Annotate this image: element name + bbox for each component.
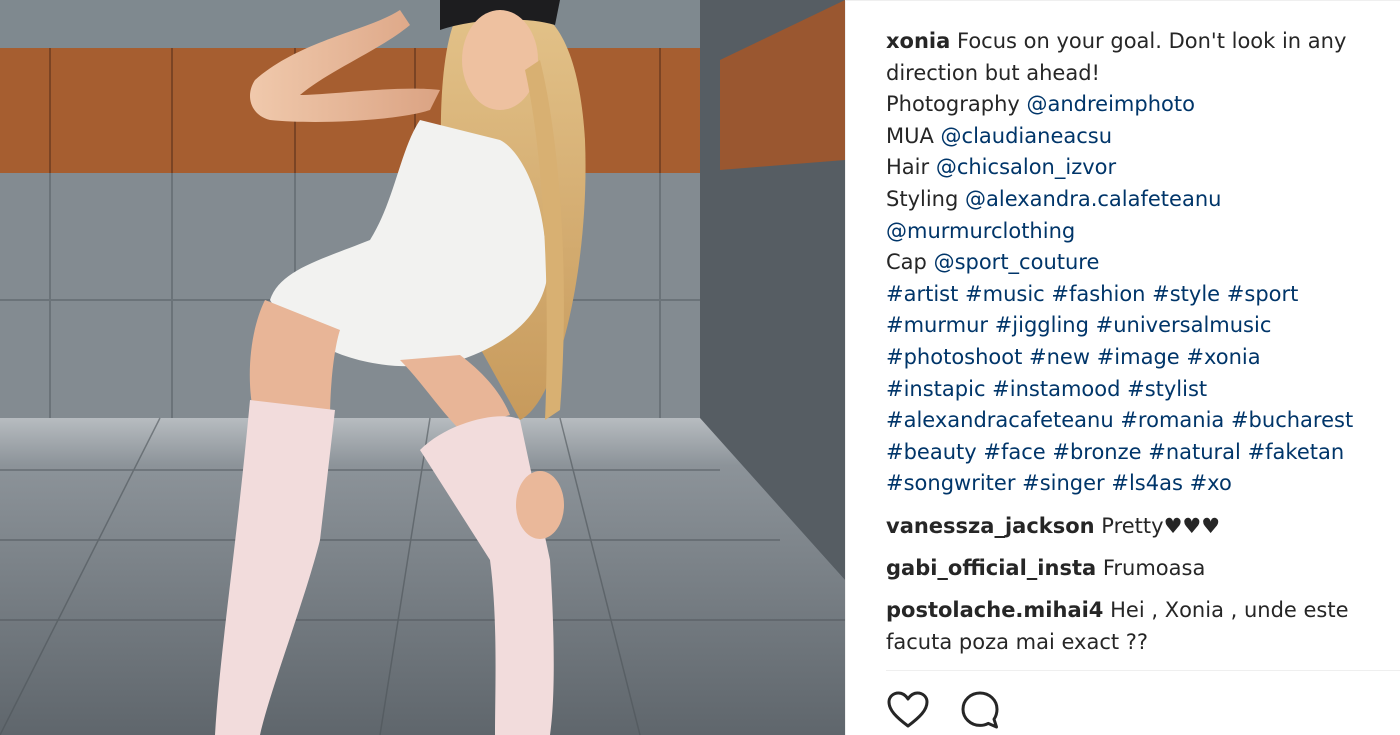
comment-username[interactable]: postolache.mihai4	[886, 598, 1103, 622]
comment-text: Hei , Xonia , unde este	[1110, 598, 1349, 622]
comment-item: vanessza_jackson Pretty♥♥♥	[886, 510, 1396, 542]
post-actions	[886, 688, 1002, 732]
credit-line: Cap @sport_couture	[886, 247, 1376, 279]
credit-line: MUA @claudianeacsu	[886, 121, 1376, 153]
comment-item: gabi_official_insta Frumoasa	[886, 552, 1396, 584]
instagram-post-view: xonia Focus on your goal. Don't look in …	[0, 0, 1400, 735]
post-details-panel: xonia Focus on your goal. Don't look in …	[845, 0, 1400, 735]
comment-button[interactable]	[958, 688, 1002, 732]
actions-divider	[886, 670, 1400, 671]
comment-item: postolache.mihai4 Hei , Xonia , unde est…	[886, 594, 1396, 658]
comment-username[interactable]: gabi_official_insta	[886, 556, 1096, 580]
credit-line: Hair @chicsalon_izvor	[886, 152, 1376, 184]
like-button[interactable]	[886, 688, 930, 732]
speech-bubble-icon	[961, 691, 999, 729]
credit-label: MUA	[886, 123, 934, 148]
credit-label: Hair	[886, 155, 930, 180]
panel-top-divider	[846, 0, 1400, 1]
post-caption: xonia Focus on your goal. Don't look in …	[886, 26, 1376, 500]
hashtag-line[interactable]: #songwriter #singer #ls4as #xo	[886, 468, 1376, 500]
comment-text: Pretty♥♥♥	[1101, 514, 1221, 538]
credit-handle-link[interactable]: @alexandra.calafeteanu	[965, 187, 1221, 211]
comment-text-continued: facuta poza mai exact ??	[886, 630, 1149, 654]
credit-label: Photography	[886, 92, 1020, 117]
credit-handle-link[interactable]: @murmurclothing	[886, 219, 1075, 243]
caption-line: xonia Focus on your goal. Don't look in …	[886, 26, 1376, 58]
hashtag-line[interactable]: #murmur #jiggling #universalmusic	[886, 310, 1376, 342]
comment-username[interactable]: vanessza_jackson	[886, 514, 1095, 538]
post-author-username[interactable]: xonia	[886, 29, 950, 53]
hashtag-line[interactable]: #beauty #face #bronze #natural #faketan	[886, 437, 1376, 469]
caption-line: direction but ahead!	[886, 60, 1100, 85]
credit-line: Styling @alexandra.calafeteanu	[886, 184, 1376, 216]
caption-text: Focus on your goal. Don't look in any	[956, 29, 1347, 53]
credit-handle-link[interactable]: @sport_couture	[934, 250, 1100, 274]
credit-handle-link[interactable]: @andreimphoto	[1027, 92, 1195, 116]
credit-line: @murmurclothing	[886, 216, 1376, 248]
comment-text: Frumoasa	[1102, 556, 1206, 580]
hashtag-line[interactable]: #photoshoot #new #image #xonia	[886, 342, 1376, 374]
photo-illustration	[0, 0, 845, 735]
credit-label: Cap	[886, 250, 927, 275]
comments-list: vanessza_jackson Pretty♥♥♥ gabi_official…	[886, 510, 1396, 668]
hashtag-line[interactable]: #alexandracafeteanu #romania #bucharest	[886, 405, 1376, 437]
credit-label: Styling	[886, 186, 959, 211]
hashtag-line[interactable]: #artist #music #fashion #style #sport	[886, 279, 1376, 311]
heart-outline-icon	[887, 691, 929, 728]
post-photo[interactable]	[0, 0, 845, 735]
credit-handle-link[interactable]: @chicsalon_izvor	[936, 155, 1116, 179]
credit-line: Photography @andreimphoto	[886, 89, 1376, 121]
credit-handle-link[interactable]: @claudianeacsu	[941, 124, 1113, 148]
hashtag-line[interactable]: #instapic #instamood #stylist	[886, 374, 1376, 406]
